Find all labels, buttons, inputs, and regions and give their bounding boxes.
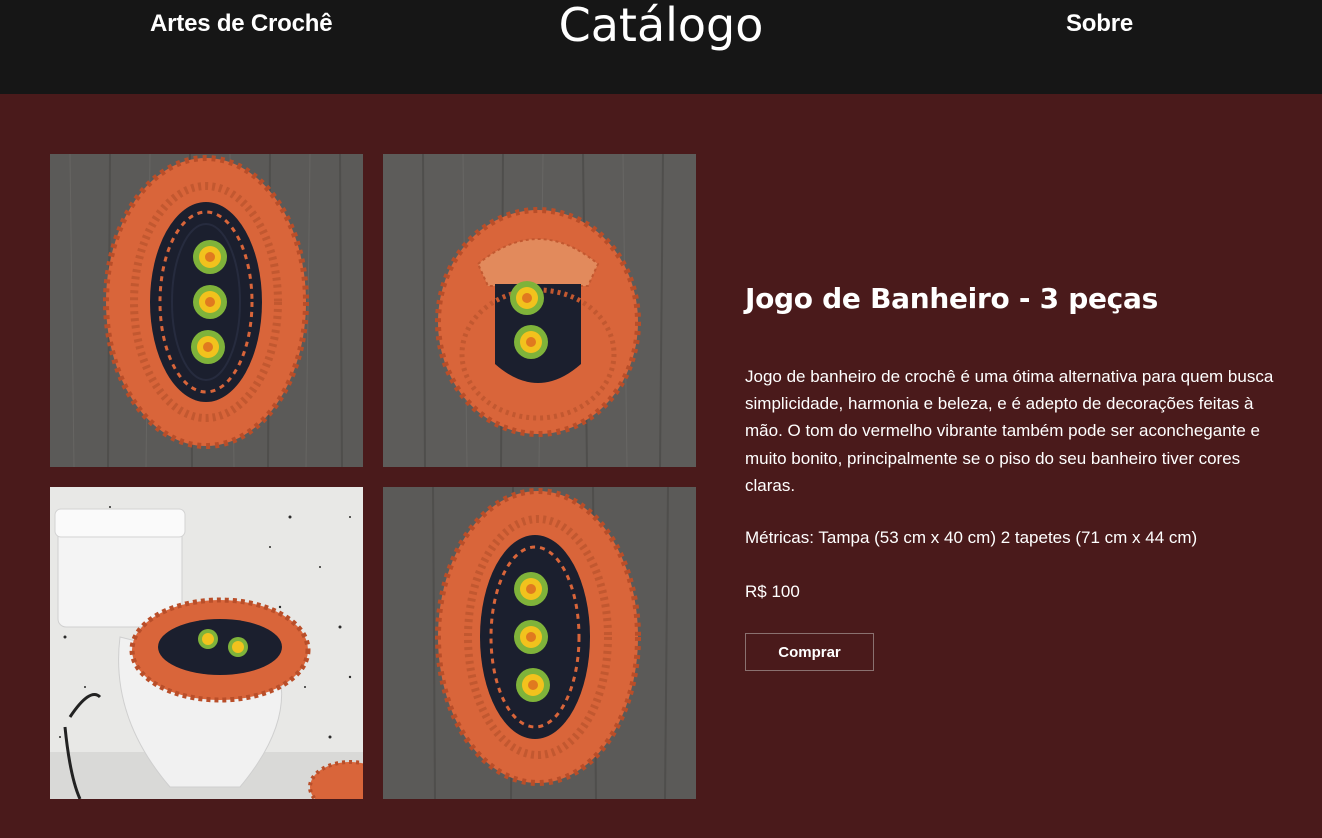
top-navigation-bar: Artes de Crochê Catálogo Sobre bbox=[0, 0, 1322, 94]
nav-link-artes-de-croche[interactable]: Artes de Crochê bbox=[150, 10, 333, 38]
crochet-lid-cover-photo bbox=[383, 154, 696, 467]
gallery-image-toilet[interactable] bbox=[50, 487, 363, 799]
crochet-oval-rug-photo-2 bbox=[383, 487, 696, 799]
product-description: Jogo de banheiro de crochê é uma ótima a… bbox=[745, 367, 1274, 495]
brand-title-catalogo[interactable]: Catálogo bbox=[559, 0, 764, 52]
gallery-image-lid-cover[interactable] bbox=[383, 154, 696, 467]
product-price: R$ 100 bbox=[745, 582, 800, 601]
gallery-image-oval-rug[interactable] bbox=[50, 154, 363, 467]
buy-button[interactable]: Comprar bbox=[745, 633, 874, 671]
toilet-with-crochet-cover-photo bbox=[50, 487, 363, 799]
product-title: Jogo de Banheiro - 3 peças bbox=[745, 282, 1158, 315]
nav-link-sobre[interactable]: Sobre bbox=[1066, 10, 1133, 38]
gallery-image-oval-rug-2[interactable] bbox=[383, 487, 696, 799]
crochet-oval-rug-photo bbox=[50, 154, 363, 467]
product-metrics: Métricas: Tampa (53 cm x 40 cm) 2 tapete… bbox=[745, 528, 1198, 547]
